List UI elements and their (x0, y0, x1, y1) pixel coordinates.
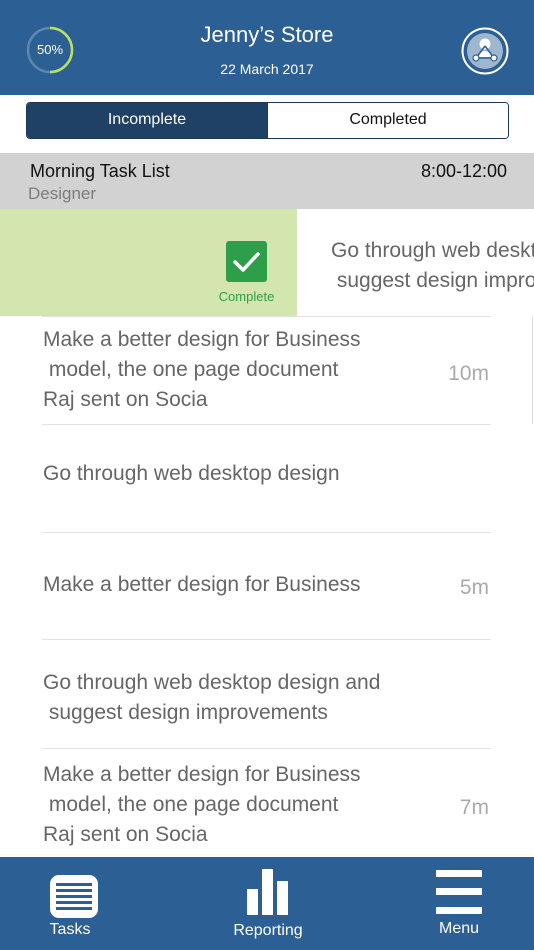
task-text: Make a better design for Business model,… (43, 763, 361, 846)
task-duration: 7m (459, 796, 489, 819)
swiped-task-text: Go through web desktop design and sugges… (331, 239, 534, 292)
task-row[interactable]: Make a better design for Business 5m (42, 532, 491, 639)
row-edge-divider (532, 316, 533, 424)
task-text: Make a better design for Business (43, 573, 361, 596)
task-list-header: Morning Task List Designer 8:00-12:00 (0, 153, 534, 209)
task-text: Make a better design for Business model,… (43, 328, 361, 411)
task-duration: 10m (448, 362, 489, 385)
task-row[interactable]: Go through web desktop design (42, 424, 491, 532)
tab-menu[interactable]: Menu (399, 857, 519, 950)
status-filter: Incomplete Completed (26, 102, 509, 139)
complete-action-label: Complete (218, 289, 275, 304)
complete-swipe-action[interactable]: Complete (0, 209, 297, 316)
tab-completed[interactable]: Completed (267, 103, 508, 138)
app-header: 50% Jenny’s Store 22 March 2017 (0, 0, 534, 95)
bottom-tab-bar: Tasks Reporting Menu (0, 857, 534, 950)
tab-reporting[interactable]: Reporting (207, 857, 327, 950)
task-row[interactable]: Make a better design for Business model,… (42, 316, 491, 424)
task-row[interactable]: Make a better design for Business model,… (42, 748, 491, 857)
task-list-title: Morning Task List (30, 161, 170, 181)
store-date: 22 March 2017 (220, 61, 314, 77)
tab-menu-label: Menu (438, 920, 480, 937)
tasks-list-icon (50, 875, 98, 918)
team-network-icon (461, 27, 509, 75)
swiped-task-row[interactable]: Go through web desktop design and sugges… (297, 209, 534, 316)
task-duration: 5m (459, 576, 489, 599)
task-list-role: Designer (28, 184, 97, 203)
task-list-time: 8:00-12:00 (421, 161, 508, 181)
task-row[interactable]: Go through web desktop design and sugges… (42, 639, 491, 748)
tab-incomplete[interactable]: Incomplete (27, 103, 267, 138)
hamburger-menu-icon (436, 870, 482, 914)
tab-tasks[interactable]: Tasks (14, 857, 134, 950)
task-text: Go through web desktop design and sugges… (43, 671, 381, 724)
tab-reporting-label: Reporting (233, 922, 303, 939)
checkmark-icon (226, 241, 267, 282)
bar-chart-icon (247, 869, 288, 915)
team-button[interactable] (461, 27, 509, 75)
tab-tasks-label: Tasks (49, 921, 91, 938)
store-title: Jenny’s Store (200, 22, 334, 47)
task-text: Go through web desktop design (43, 462, 340, 485)
